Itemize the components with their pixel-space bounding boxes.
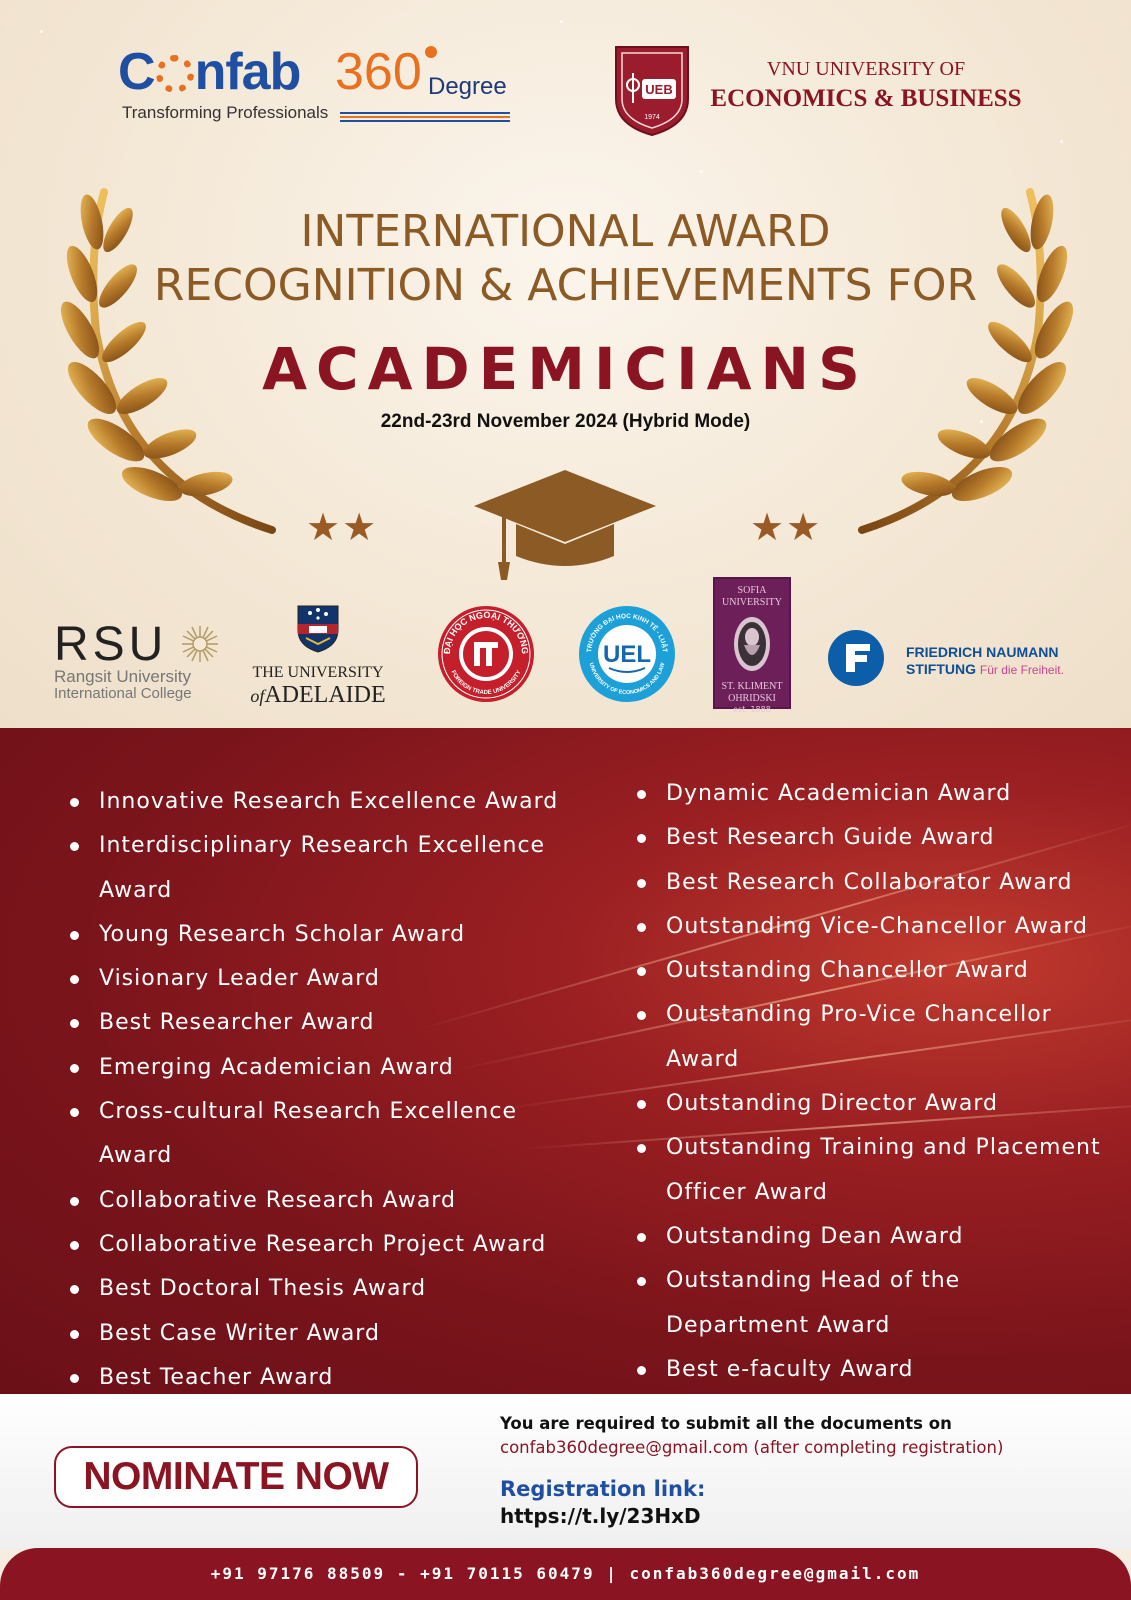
- confab-wordmark: Cnfab: [118, 43, 301, 101]
- award-item: Interdisciplinary Research Excellence Aw…: [70, 824, 590, 913]
- confab-number: 360: [335, 43, 422, 101]
- awards-list-right: Dynamic Academician Award Best Research G…: [637, 772, 1107, 1392]
- award-item: Best Teacher Award: [70, 1356, 590, 1394]
- award-item: Outstanding Vice-Chancellor Award: [637, 905, 1107, 949]
- award-item: Outstanding Training and Placement Offic…: [637, 1126, 1107, 1215]
- vnu-line2: ECONOMICS & BUSINESS: [710, 85, 1022, 112]
- sofia-line1: SOFIA: [737, 585, 767, 596]
- submission-email[interactable]: confab360degree@gmail.com (after complet…: [500, 1436, 1003, 1460]
- award-item: Young Research Scholar Award: [70, 913, 590, 957]
- stars-left-icon: ★★: [306, 505, 379, 549]
- rsu-sun-icon: [182, 626, 218, 662]
- adelaide-logo: THE UNIVERSITY ofADELAIDE: [246, 604, 390, 708]
- rsu-logo: RSU Rangsit University International Col…: [54, 621, 224, 702]
- award-item: Visionary Leader Award: [70, 957, 590, 1001]
- confab-o-icon: [155, 55, 194, 93]
- graduation-cap-icon: [474, 470, 656, 580]
- vnu-line1: VNU UNIVERSITY OF: [766, 58, 966, 80]
- adelaide-line2: ofADELAIDE: [250, 682, 386, 708]
- submission-requirement: You are required to submit all the docum…: [500, 1414, 952, 1433]
- award-item: Outstanding Pro-Vice Chancellor Award: [637, 993, 1107, 1082]
- award-item: Outstanding Head of the Department Award: [637, 1259, 1107, 1348]
- award-item: Best Research Guide Award: [637, 816, 1107, 860]
- uel-logo: UEL TRƯỜNG ĐẠI HỌC KINH TẾ - LUẬT UNIVER…: [579, 606, 675, 702]
- award-item: Best Case Writer Award: [70, 1312, 590, 1356]
- registration-label: Registration link:: [500, 1477, 706, 1501]
- sofia-line3: ST. KLIMENT: [721, 681, 783, 692]
- award-item: Collaborative Research Project Award: [70, 1223, 590, 1267]
- fns-f-icon: [846, 644, 870, 672]
- awards-section: Innovative Research Excellence Award Inte…: [0, 728, 1131, 1394]
- header-section: Cnfab 360 Degree Transforming Profession…: [0, 0, 1131, 728]
- sofia-year: est. 1888: [733, 705, 771, 714]
- vnu-wordmark: VNU UNIVERSITY OF ECONOMICS & BUSINESS: [706, 56, 1026, 116]
- award-item: Dynamic Academician Award: [637, 772, 1107, 816]
- adelaide-line1: THE UNIVERSITY: [252, 664, 384, 681]
- sofia-line4: OHRIDSKI: [728, 693, 776, 704]
- award-item: Cross-cultural Research Excellence Award: [70, 1090, 590, 1179]
- award-item: Best Research Collaborator Award: [637, 861, 1107, 905]
- sofia-university-logo: SOFIA UNIVERSITY ST. KLIMENT OHRIDSKI es…: [713, 577, 791, 714]
- rsu-sub: International College: [54, 685, 192, 702]
- sofia-line2: UNIVERSITY: [722, 597, 782, 608]
- title-main: ACADEMICIANS: [262, 335, 869, 403]
- award-item: Outstanding Director Award: [637, 1082, 1107, 1126]
- award-item: Innovative Research Excellence Award: [70, 780, 590, 824]
- ueb-shield-logo: UEB 1974: [615, 46, 689, 137]
- ftu-logo: ĐẠI HỌC NGOẠI THƯƠNG FOREIGN TRADE UNIVE…: [438, 606, 534, 702]
- confab-tagline: Transforming Professionals: [122, 103, 329, 122]
- award-item: Collaborative Research Award: [70, 1179, 590, 1223]
- svg-text:1974: 1974: [644, 114, 660, 121]
- confab-logo: Cnfab 360 Degree Transforming Profession…: [118, 42, 518, 132]
- awards-list-left: Innovative Research Excellence Award Inte…: [70, 780, 590, 1394]
- submission-info: You are required to submit all the docum…: [500, 1412, 1003, 1460]
- contact-footer: +91 97176 88509 - +91 70115 60479 | conf…: [0, 1548, 1131, 1600]
- sparkle: [700, 170, 703, 173]
- award-item: Best Doctoral Thesis Award: [70, 1267, 590, 1311]
- sofia-portrait-icon: [734, 617, 770, 671]
- confab-degree: Degree: [428, 73, 507, 100]
- sparkle: [560, 20, 563, 23]
- fns-line1: FRIEDRICH NAUMANN: [906, 644, 1059, 660]
- confab-underline: [340, 112, 510, 124]
- adelaide-crest-icon: [297, 605, 339, 653]
- title-line1: INTERNATIONAL AWARD: [300, 206, 831, 257]
- event-date: 22nd-23rd November 2024 (Hybrid Mode): [380, 411, 751, 432]
- award-item: Outstanding Dean Award: [637, 1215, 1107, 1259]
- sparkle: [40, 30, 43, 33]
- registration-link[interactable]: https://t.ly/23HxD: [500, 1503, 705, 1530]
- award-item: Emerging Academician Award: [70, 1046, 590, 1090]
- fns-line2: STIFTUNG Für die Freiheit.: [906, 661, 1064, 677]
- award-item: Best e-faculty Award: [637, 1348, 1107, 1392]
- award-item: Best Researcher Award: [70, 1001, 590, 1045]
- confab-dot: [425, 46, 437, 58]
- registration-info: Registration link: https://t.ly/23HxD: [500, 1476, 705, 1530]
- friedrich-naumann-logo: FRIEDRICH NAUMANN STIFTUNG Für die Freih…: [828, 630, 1078, 690]
- title-line2: RECOGNITION & ACHIEVEMENTS FOR: [153, 260, 978, 311]
- svg-text:UEL: UEL: [603, 641, 651, 668]
- stars-right-icon: ★★: [750, 505, 823, 549]
- nominate-now-button[interactable]: NOMINATE NOW: [54, 1446, 418, 1508]
- sparkle: [1060, 140, 1063, 143]
- award-item: Outstanding Chancellor Award: [637, 949, 1107, 993]
- rsu-name: Rangsit University: [54, 667, 191, 686]
- svg-text:UEB: UEB: [645, 82, 672, 97]
